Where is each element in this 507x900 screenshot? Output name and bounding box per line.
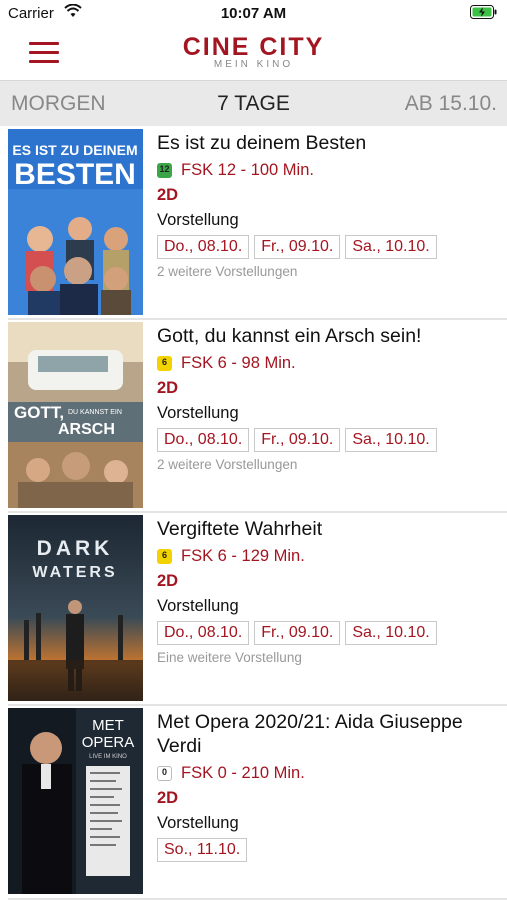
- svg-text:ES IST ZU DEINEM: ES IST ZU DEINEM: [12, 142, 137, 158]
- showtimes-label: Vorstellung: [157, 814, 239, 832]
- fsk-6-icon: 6: [157, 356, 172, 371]
- fsk-text: FSK 6 - 129 Min.: [181, 547, 305, 565]
- showtime-dates: Do., 08.10. Fr., 09.10. Sa., 10.10.: [157, 235, 502, 259]
- tab-ab-15-10[interactable]: AB 15.10.: [405, 92, 497, 116]
- movie-poster[interactable]: DARK WATERS: [8, 515, 143, 701]
- svg-text:WATERS: WATERS: [32, 564, 117, 581]
- showtime-date[interactable]: Sa., 10.10.: [345, 235, 437, 259]
- showtime-date[interactable]: Do., 08.10.: [157, 621, 250, 645]
- format-label: 2D: [157, 789, 179, 807]
- showtimes-label: Vorstellung: [157, 211, 239, 229]
- showtime-dates: Do., 08.10. Fr., 09.10. Sa., 10.10.: [157, 621, 502, 645]
- more-showtimes-link[interactable]: 2 weitere Vorstellungen: [157, 264, 502, 279]
- showtime-date[interactable]: Fr., 09.10.: [254, 621, 341, 645]
- svg-text:ARSCH: ARSCH: [58, 421, 115, 438]
- format-label: 2D: [157, 186, 179, 204]
- fsk-12-icon: 12: [157, 163, 172, 178]
- movie-poster[interactable]: GOTT, DU KANNST EIN ARSCH: [8, 322, 143, 508]
- movie-info: Gott, du kannst ein Arsch sein! 6 FSK 6 …: [157, 324, 502, 472]
- svg-text:OPERA: OPERA: [82, 734, 135, 751]
- format-label: 2D: [157, 572, 179, 590]
- showtimes-label: Vorstellung: [157, 404, 239, 422]
- app-header: CINE CITY MEIN KINO: [0, 28, 507, 80]
- movie-title[interactable]: Vergiftete Wahrheit: [157, 517, 502, 541]
- fsk-rating: 6 FSK 6 - 129 Min.: [157, 547, 502, 566]
- showtime-date[interactable]: So., 11.10.: [157, 838, 248, 862]
- tab-7-tage[interactable]: 7 TAGE: [217, 92, 290, 115]
- tab-morgen[interactable]: MORGEN: [11, 92, 106, 116]
- movie-poster[interactable]: ES IST ZU DEINEM BESTEN: [8, 129, 143, 315]
- movie-info: Vergiftete Wahrheit 6 FSK 6 - 129 Min. 2…: [157, 517, 502, 665]
- fsk-rating: 6 FSK 6 - 98 Min.: [157, 354, 502, 373]
- fsk-6-icon: 6: [157, 549, 172, 564]
- movie-info: Es ist zu deinem Besten 12 FSK 12 - 100 …: [157, 131, 502, 279]
- movie-item[interactable]: GOTT, DU KANNST EIN ARSCH Gott, du kanns…: [0, 320, 507, 513]
- showtime-date[interactable]: Fr., 09.10.: [254, 235, 341, 259]
- logo-brand: CINE CITY: [182, 33, 325, 61]
- svg-text:MET: MET: [92, 717, 124, 734]
- logo: CINE CITY MEIN KINO: [0, 34, 507, 70]
- fsk-0-icon: 0: [157, 766, 172, 781]
- movie-title[interactable]: Es ist zu deinem Besten: [157, 131, 502, 155]
- logo-tagline: MEIN KINO: [213, 59, 294, 70]
- svg-text:DARK: DARK: [37, 537, 114, 560]
- movie-item[interactable]: MET OPERA LIVE IM KINO Met Opera 2020/21…: [0, 706, 507, 900]
- svg-text:DU KANNST EIN: DU KANNST EIN: [68, 409, 122, 416]
- showtime-date[interactable]: Sa., 10.10.: [345, 621, 437, 645]
- fsk-rating: 0 FSK 0 - 210 Min.: [157, 764, 502, 783]
- battery-icon: [470, 5, 497, 23]
- svg-text:LIVE IM KINO: LIVE IM KINO: [89, 754, 127, 760]
- movie-item[interactable]: ES IST ZU DEINEM BESTEN Es ist zu deinem…: [0, 125, 507, 320]
- fsk-text: FSK 0 - 210 Min.: [181, 764, 305, 782]
- showtimes-label: Vorstellung: [157, 597, 239, 615]
- movie-poster[interactable]: MET OPERA LIVE IM KINO: [8, 708, 143, 894]
- showtime-dates: So., 11.10.: [157, 838, 502, 862]
- clock: 10:07 AM: [220, 5, 287, 22]
- movie-info: Met Opera 2020/21: Aida Giuseppe Verdi 0…: [157, 710, 502, 862]
- more-showtimes-link[interactable]: Eine weitere Vorstellung: [157, 650, 502, 665]
- date-tabs: MORGEN 7 TAGE AB 15.10.: [0, 80, 507, 126]
- movie-title[interactable]: Gott, du kannst ein Arsch sein!: [157, 324, 502, 348]
- fsk-rating: 12 FSK 12 - 100 Min.: [157, 161, 502, 180]
- showtime-date[interactable]: Sa., 10.10.: [345, 428, 437, 452]
- svg-text:GOTT,: GOTT,: [14, 403, 64, 422]
- movie-item[interactable]: DARK WATERS Vergiftete Wahrheit 6 FSK 6 …: [0, 513, 507, 706]
- showtime-date[interactable]: Do., 08.10.: [157, 428, 250, 452]
- format-label: 2D: [157, 379, 179, 397]
- fsk-text: FSK 12 - 100 Min.: [181, 161, 314, 179]
- showtime-date[interactable]: Fr., 09.10.: [254, 428, 341, 452]
- showtime-dates: Do., 08.10. Fr., 09.10. Sa., 10.10.: [157, 428, 502, 452]
- status-bar: Carrier 10:07 AM: [0, 0, 507, 28]
- svg-text:BESTEN: BESTEN: [14, 158, 136, 191]
- showtime-date[interactable]: Do., 08.10.: [157, 235, 250, 259]
- fsk-text: FSK 6 - 98 Min.: [181, 354, 296, 372]
- movie-title[interactable]: Met Opera 2020/21: Aida Giuseppe Verdi: [157, 710, 502, 758]
- more-showtimes-link[interactable]: 2 weitere Vorstellungen: [157, 457, 502, 472]
